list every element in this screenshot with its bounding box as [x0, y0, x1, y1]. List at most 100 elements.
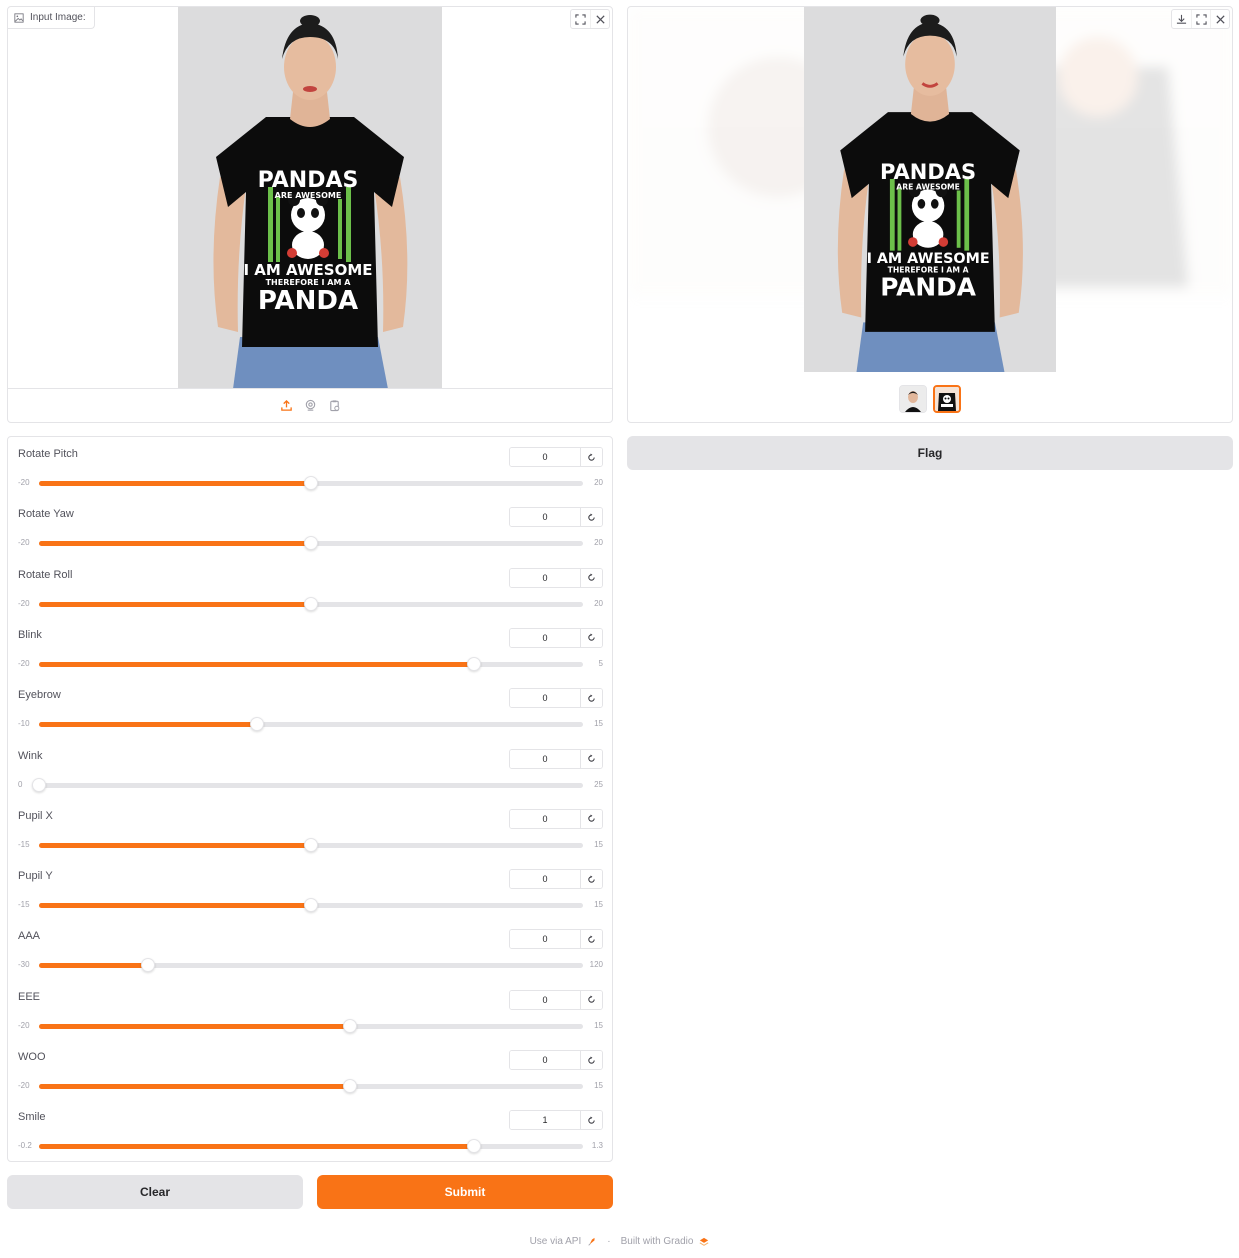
- slider-min-label: -0.2: [18, 1141, 32, 1151]
- slider-wink: Wink 0 25: [18, 739, 603, 799]
- slider-number-field: [509, 1110, 603, 1131]
- slider-min-label: -20: [18, 538, 30, 548]
- slider-handle[interactable]: [249, 717, 264, 732]
- image-icon: [14, 12, 24, 23]
- output-photo[interactable]: PANDAS ARE AWESOME I AM AWESOME THEREFOR…: [804, 7, 1056, 372]
- slider-value-input[interactable]: [510, 1111, 580, 1130]
- fullscreen-icon[interactable]: [571, 10, 590, 28]
- slider-track[interactable]: [39, 1018, 583, 1033]
- slider-min-label: -20: [18, 1081, 30, 1090]
- slider-handle[interactable]: [140, 958, 155, 973]
- slider-value-input[interactable]: [510, 809, 580, 828]
- gradio-logo-icon: [699, 1237, 709, 1246]
- reset-icon[interactable]: [580, 749, 602, 768]
- reset-icon[interactable]: [580, 508, 602, 527]
- submit-button[interactable]: Submit: [317, 1175, 613, 1209]
- slider-max-label: 15: [594, 1020, 603, 1030]
- slider-min-label: -30: [18, 960, 30, 970]
- slider-track[interactable]: [39, 717, 583, 732]
- reset-icon[interactable]: [580, 1111, 602, 1130]
- slider-track[interactable]: [39, 536, 583, 551]
- slider-number-field: [509, 1050, 603, 1070]
- flag-button[interactable]: Flag: [627, 436, 1233, 470]
- close-icon[interactable]: [1210, 10, 1229, 28]
- slider-eee: EEE -20 15: [18, 980, 603, 1040]
- slider-handle[interactable]: [467, 656, 482, 671]
- slider-handle[interactable]: [342, 1018, 357, 1033]
- slider-track[interactable]: [39, 476, 583, 490]
- slider-rotate-roll: Rotate Roll -20 20: [18, 558, 603, 618]
- slider-max-label: 15: [594, 900, 603, 910]
- footer-separator: ·: [607, 1236, 611, 1247]
- upload-icon[interactable]: [278, 398, 294, 414]
- input-image-toolbar: [570, 9, 610, 29]
- slider-value-input[interactable]: [510, 1051, 580, 1069]
- slider-pupil-y: Pupil Y -15 15: [18, 859, 603, 919]
- slider-track[interactable]: [39, 1079, 583, 1093]
- input-photo: PANDAS ARE AWESOME I AM AWESOME THEREFOR…: [178, 7, 442, 389]
- input-image-panel[interactable]: Input Image: PANDAS ARE AWESOME I AM AWE…: [7, 6, 613, 423]
- slider-number-field: [509, 507, 603, 528]
- close-icon[interactable]: [590, 10, 609, 28]
- use-via-api-link[interactable]: Use via API: [530, 1236, 582, 1247]
- slider-track[interactable]: [39, 1139, 583, 1154]
- slider-max-label: 1.3: [591, 1141, 603, 1151]
- slider-value-input[interactable]: [510, 508, 580, 527]
- reset-icon[interactable]: [580, 628, 602, 647]
- gallery-thumbnail[interactable]: [899, 385, 927, 413]
- reset-icon[interactable]: [580, 930, 602, 949]
- reset-icon[interactable]: [580, 1051, 602, 1069]
- clear-button[interactable]: Clear: [7, 1175, 303, 1209]
- slider-min-label: -10: [18, 719, 30, 729]
- slider-handle[interactable]: [304, 898, 318, 913]
- slider-value-input[interactable]: [510, 568, 580, 587]
- slider-fill: [39, 541, 311, 547]
- slider-value-input[interactable]: [510, 628, 580, 647]
- footer: Use via API · Built with Gradio: [0, 1236, 1239, 1247]
- slider-max-label: 20: [594, 538, 603, 548]
- slider-value-input[interactable]: [510, 990, 580, 1009]
- slider-value-input[interactable]: [510, 930, 580, 949]
- fullscreen-icon[interactable]: [1191, 10, 1210, 28]
- slider-handle[interactable]: [467, 1139, 482, 1154]
- slider-min-label: -20: [18, 658, 30, 668]
- slider-label: Rotate Yaw: [18, 508, 74, 521]
- webcam-icon[interactable]: [302, 398, 318, 414]
- slider-label: EEE: [18, 990, 41, 1003]
- input-image-label-text: Input Image:: [30, 12, 86, 23]
- reset-icon[interactable]: [580, 809, 602, 828]
- slider-value-input[interactable]: [510, 689, 580, 708]
- slider-handle[interactable]: [304, 596, 318, 611]
- gallery-thumbnail-selected[interactable]: [933, 385, 961, 413]
- slider-track[interactable]: [39, 958, 583, 973]
- slider-track[interactable]: [39, 596, 583, 611]
- reset-icon[interactable]: [580, 448, 602, 466]
- slider-handle[interactable]: [304, 837, 318, 852]
- slider-track[interactable]: [39, 837, 583, 852]
- reset-icon[interactable]: [580, 870, 602, 889]
- slider-handle[interactable]: [32, 777, 46, 792]
- reset-icon[interactable]: [580, 990, 602, 1009]
- reset-icon[interactable]: [580, 568, 602, 587]
- reset-icon[interactable]: [580, 689, 602, 708]
- slider-track[interactable]: [39, 656, 583, 671]
- slider-handle[interactable]: [304, 476, 318, 490]
- slider-aaa: AAA -30 120: [18, 919, 603, 979]
- shirt-text-line1: PANDAS: [258, 168, 359, 193]
- slider-label: Rotate Roll: [18, 568, 73, 581]
- clipboard-icon[interactable]: [326, 398, 342, 414]
- slider-label: Eyebrow: [18, 689, 61, 702]
- slider-rotate-yaw: Rotate Yaw -20 20: [18, 497, 603, 557]
- slider-track[interactable]: [39, 898, 583, 913]
- slider-value-input[interactable]: [510, 448, 580, 466]
- slider-track[interactable]: [32, 777, 583, 792]
- slider-number-field: [509, 567, 603, 588]
- slider-value-input[interactable]: [510, 749, 580, 768]
- slider-handle[interactable]: [304, 536, 318, 551]
- slider-value-input[interactable]: [510, 870, 580, 889]
- slider-number-field: [509, 748, 603, 769]
- built-with-gradio-link[interactable]: Built with Gradio: [621, 1236, 694, 1247]
- slider-number-field: [509, 869, 603, 890]
- download-icon[interactable]: [1172, 10, 1191, 28]
- slider-handle[interactable]: [342, 1079, 357, 1093]
